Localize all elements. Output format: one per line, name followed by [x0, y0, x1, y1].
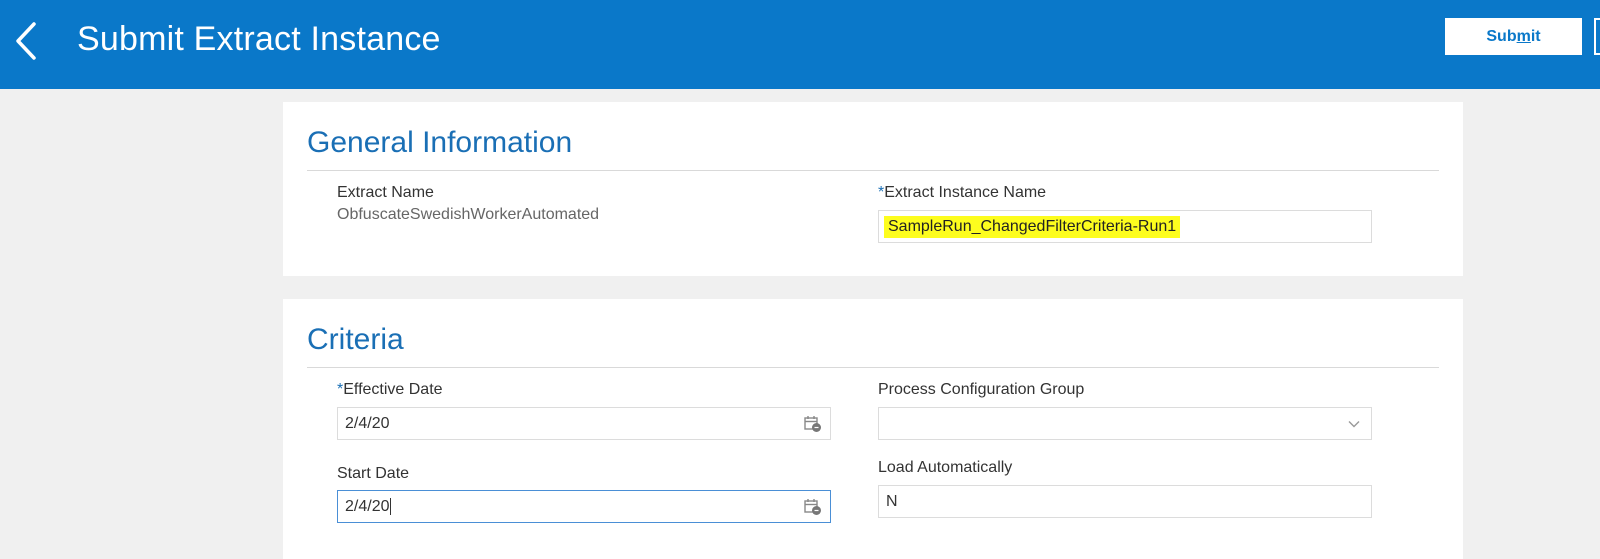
extract-name-value: ObfuscateSwedishWorkerAutomated [337, 206, 600, 223]
calendar-icon[interactable] [804, 498, 822, 516]
instance-name-label-text: Extract Instance Name [884, 184, 1047, 201]
chevron-down-icon[interactable] [1347, 417, 1361, 431]
submit-label-post: it [1530, 27, 1541, 45]
load-automatically-input[interactable]: N [878, 485, 1372, 518]
section-title-criteria: Criteria [307, 323, 404, 356]
general-information-panel: General Information Extract Name Obfusca… [283, 102, 1463, 276]
criteria-panel: Criteria *Effective Date 2/4/20 Start Da… [283, 299, 1463, 559]
divider [307, 367, 1439, 368]
cancel-button[interactable] [1594, 18, 1600, 55]
start-date-label: Start Date [337, 465, 410, 482]
page-header: Submit Extract Instance Sub m it [0, 0, 1600, 89]
process-config-label: Process Configuration Group [878, 381, 1085, 398]
page-title: Submit Extract Instance [77, 20, 441, 58]
extract-instance-name-input[interactable]: SampleRun_ChangedFilterCriteria-Run1 [878, 210, 1372, 243]
instance-name-label: *Extract Instance Name [878, 184, 1046, 202]
process-config-select[interactable] [878, 407, 1372, 440]
section-title-general: General Information [307, 126, 573, 159]
submit-label-pre: Sub [1486, 27, 1517, 45]
calendar-icon[interactable] [804, 415, 822, 433]
instance-name-value: SampleRun_ChangedFilterCriteria-Run1 [884, 215, 1181, 238]
divider [307, 170, 1439, 171]
start-date-input[interactable]: 2/4/20 [337, 490, 831, 523]
extract-name-label: Extract Name [337, 184, 434, 201]
back-button[interactable] [8, 18, 44, 64]
effective-date-input[interactable]: 2/4/20 [337, 407, 831, 440]
effective-date-value: 2/4/20 [345, 414, 390, 432]
chevron-left-icon [16, 22, 36, 60]
load-automatically-value: N [886, 492, 898, 510]
effective-date-label-text: Effective Date [343, 381, 443, 398]
submit-label-mnemonic: m [1516, 27, 1531, 45]
load-automatically-label: Load Automatically [878, 459, 1013, 476]
start-date-value: 2/4/20 [345, 497, 390, 515]
submit-button[interactable]: Sub m it [1445, 18, 1582, 55]
text-cursor [390, 498, 392, 515]
effective-date-label: *Effective Date [337, 381, 443, 399]
